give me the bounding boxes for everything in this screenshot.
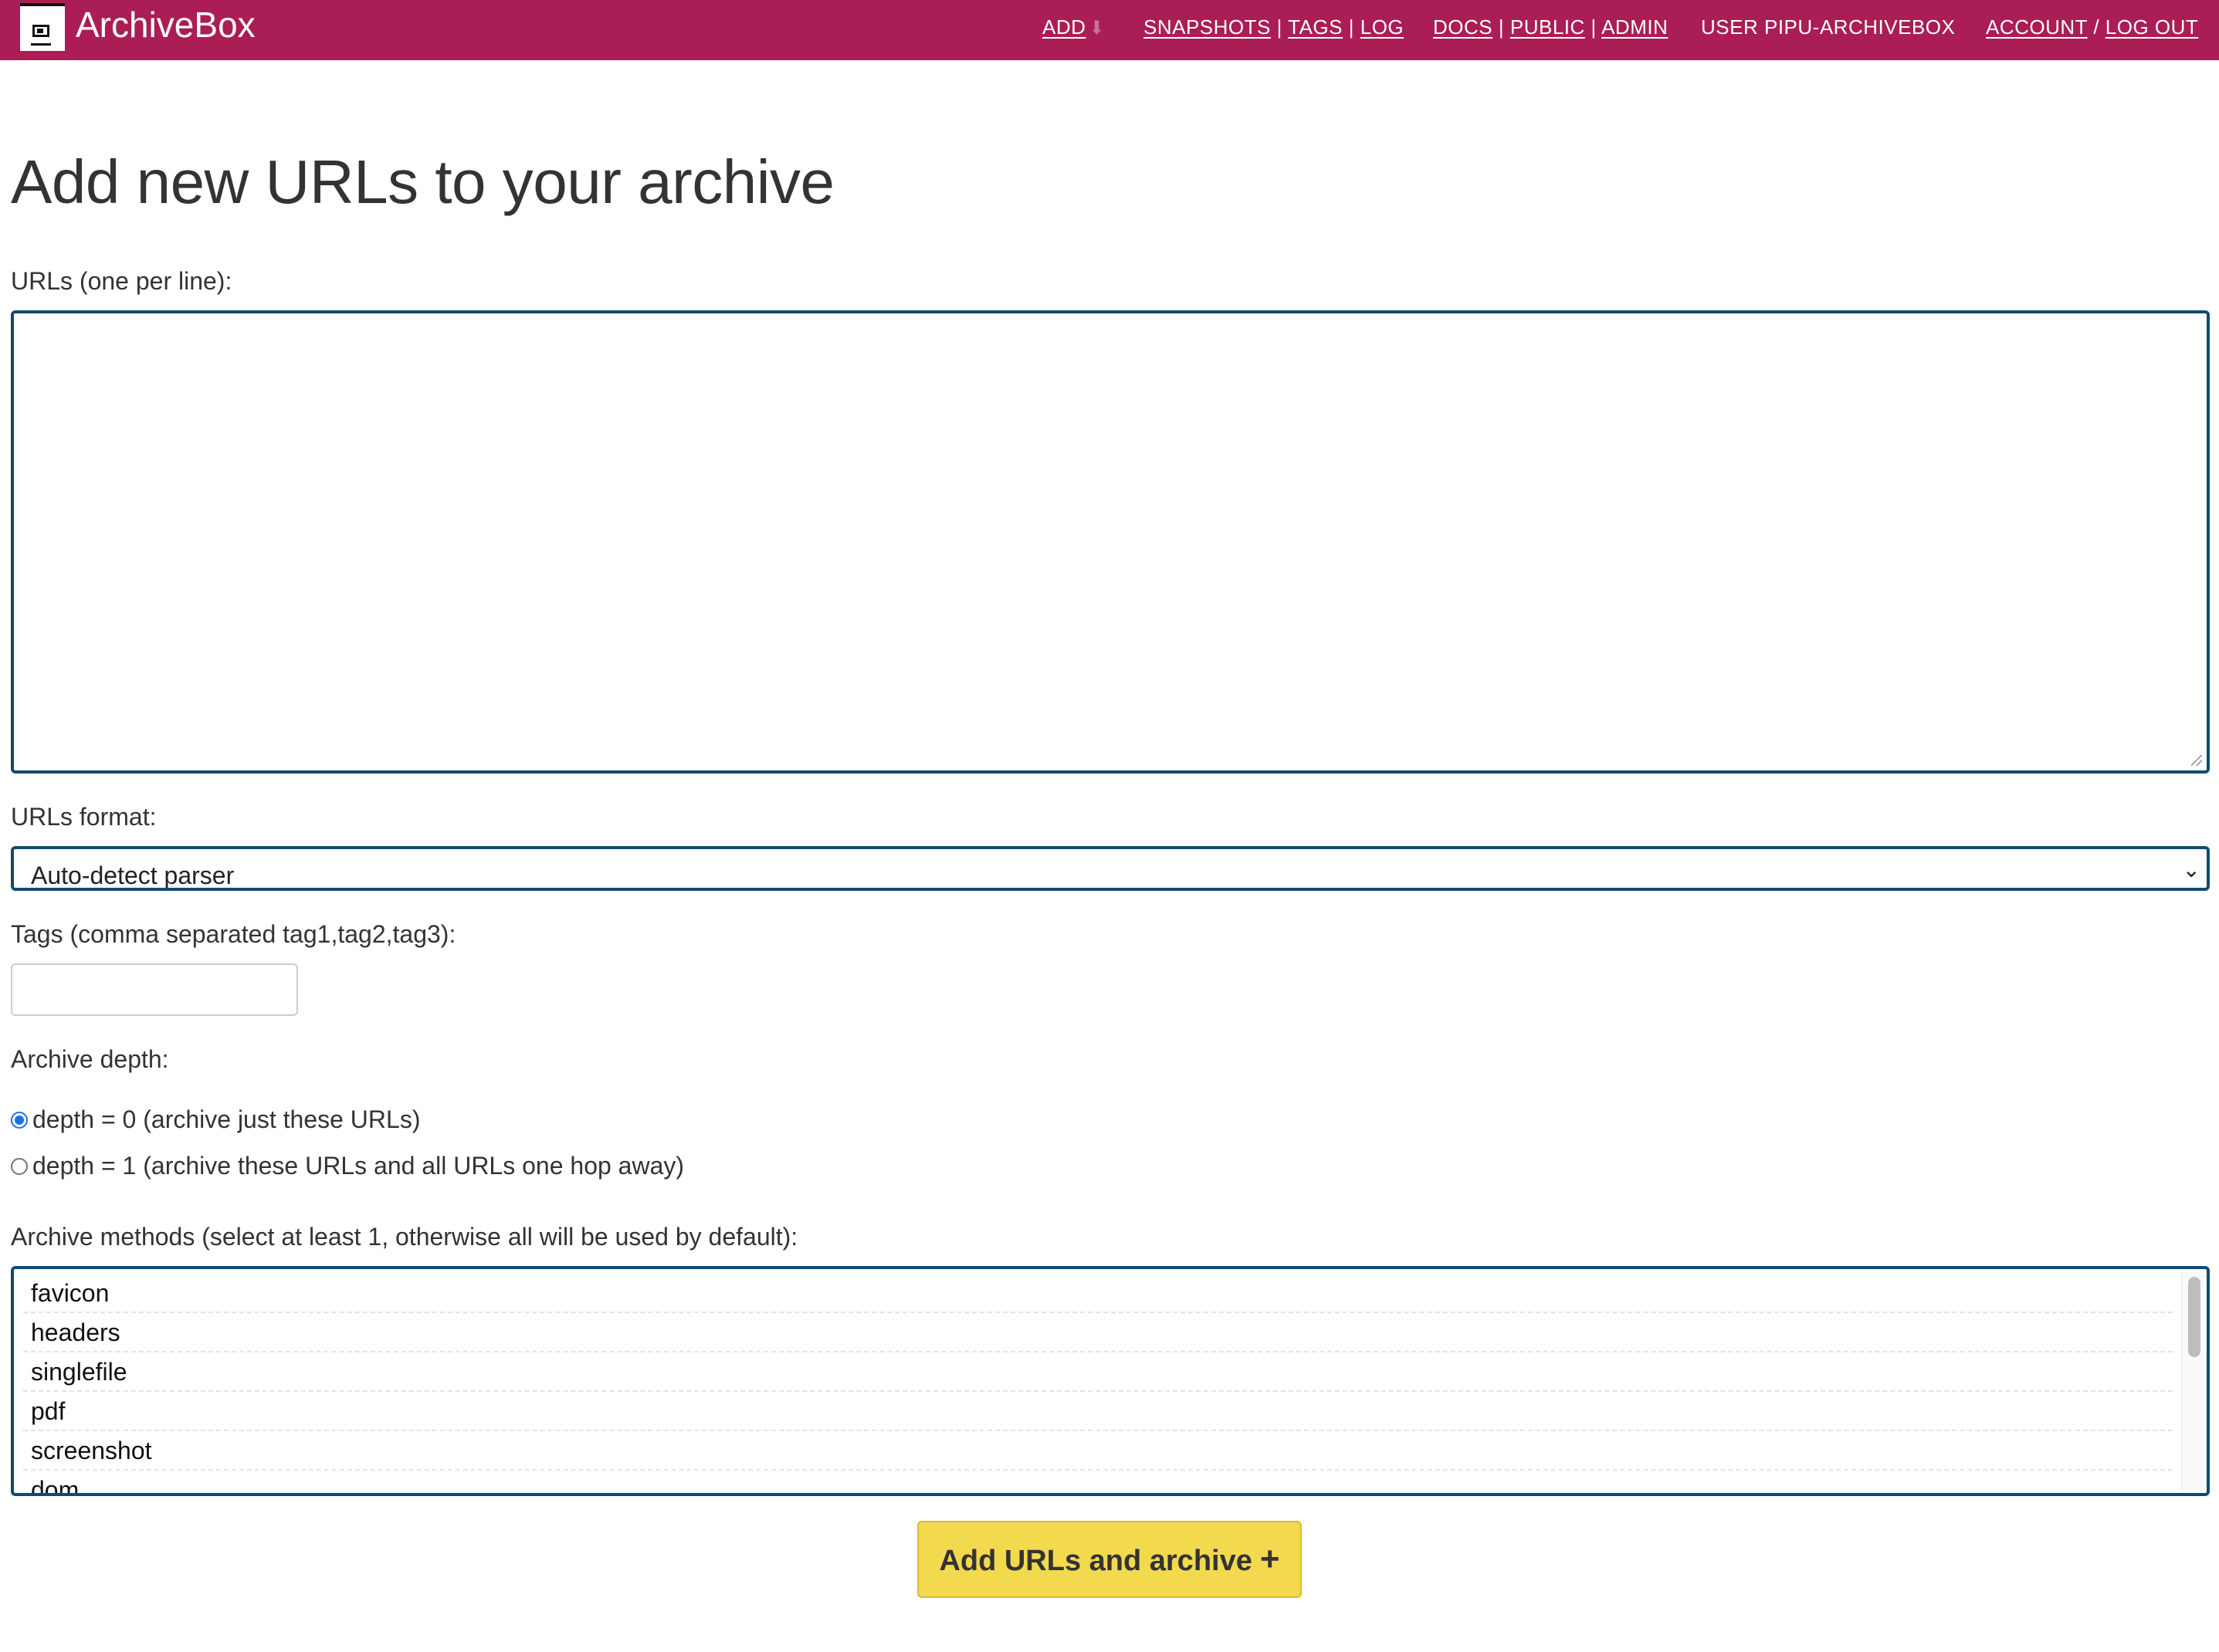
methods-label: Archive methods (select at least 1, othe… xyxy=(11,1223,798,1251)
method-option[interactable]: singlefile xyxy=(23,1352,2173,1392)
nav-separator: | xyxy=(1498,15,1505,39)
depth-1-option[interactable]: depth = 1 (archive these URLs and all UR… xyxy=(11,1150,684,1181)
depth-label: Archive depth: xyxy=(11,1045,169,1073)
add-urls-submit-button[interactable]: Add URLs and archive + xyxy=(917,1521,1302,1598)
method-option[interactable]: headers xyxy=(23,1313,2173,1352)
method-option[interactable]: dom xyxy=(23,1471,2173,1493)
depth-0-option[interactable]: depth = 0 (archive just these URLs) xyxy=(11,1104,420,1135)
page-title: Add new URLs to your archive xyxy=(11,147,835,216)
submit-label: Add URLs and archive xyxy=(939,1545,1252,1577)
nav-account-group: ACCOUNT / LOG OUT xyxy=(1986,15,2198,39)
nav-log-link[interactable]: LOG xyxy=(1360,15,1404,39)
nav-slash: / xyxy=(2093,15,2100,39)
nav-user-prefix: USER xyxy=(1701,15,1759,39)
tags-label: Tags (comma separated tag1,tag2,tag3): xyxy=(11,920,456,948)
tags-input[interactable] xyxy=(11,963,298,1016)
methods-list: favicon headers singlefile pdf screensho… xyxy=(23,1274,2173,1493)
brand-name[interactable]: ArchiveBox xyxy=(76,3,256,46)
method-option[interactable]: screenshot xyxy=(23,1431,2173,1471)
nav-add-link[interactable]: ADD ⬇ xyxy=(1042,15,1105,39)
nav-public-link[interactable]: PUBLIC xyxy=(1510,15,1585,39)
urls-label: URLs (one per line): xyxy=(11,267,232,295)
nav-separator: | xyxy=(1591,15,1597,39)
nav-snapshots-group: SNAPSHOTS | TAGS | LOG xyxy=(1143,15,1404,39)
nav-logout-link[interactable]: LOG OUT xyxy=(2106,15,2199,39)
depth-0-label: depth = 0 (archive just these URLs) xyxy=(32,1105,421,1133)
method-option[interactable]: favicon xyxy=(23,1274,2173,1313)
nav-admin-link[interactable]: ADMIN xyxy=(1601,15,1668,39)
plus-icon: + xyxy=(1259,1540,1280,1578)
format-select[interactable]: Auto-detect parser ⌄ xyxy=(11,846,2210,891)
nav-user-name: PIPU-ARCHIVEBOX xyxy=(1763,15,1956,39)
nav-add-group: ADD ⬇ xyxy=(1042,15,1105,40)
top-nav-bar: ArchiveBox ADD ⬇ SNAPSHOTS | TAGS | LOG D… xyxy=(0,0,2219,60)
nav-account-link[interactable]: ACCOUNT xyxy=(1986,15,2088,39)
methods-scroll-thumb[interactable] xyxy=(2188,1277,2200,1357)
resize-handle-icon[interactable] xyxy=(2191,755,2202,766)
nav-separator: | xyxy=(1348,15,1354,39)
methods-multiselect[interactable]: favicon headers singlefile pdf screensho… xyxy=(11,1266,2210,1496)
nav-docs-link[interactable]: DOCS xyxy=(1433,15,1492,39)
nav-docs-group: DOCS | PUBLIC | ADMIN xyxy=(1433,15,1668,39)
depth-0-radio[interactable] xyxy=(11,1111,28,1129)
download-icon: ⬇ xyxy=(1089,18,1106,39)
nav-separator: | xyxy=(1276,15,1282,39)
nav-tags-link[interactable]: TAGS xyxy=(1288,15,1343,39)
format-label: URLs format: xyxy=(11,803,157,831)
depth-1-label: depth = 1 (archive these URLs and all UR… xyxy=(32,1152,685,1180)
format-select-value: Auto-detect parser xyxy=(31,862,235,889)
archivebox-logo-icon[interactable] xyxy=(20,3,65,51)
chevron-down-icon: ⌄ xyxy=(2182,858,2200,882)
depth-1-radio[interactable] xyxy=(11,1157,28,1175)
urls-textarea[interactable] xyxy=(11,310,2210,774)
nav-user-group: USER PIPU-ARCHIVEBOX xyxy=(1701,15,1955,39)
method-option[interactable]: pdf xyxy=(23,1392,2173,1431)
nav-snapshots-link[interactable]: SNAPSHOTS xyxy=(1143,15,1271,39)
